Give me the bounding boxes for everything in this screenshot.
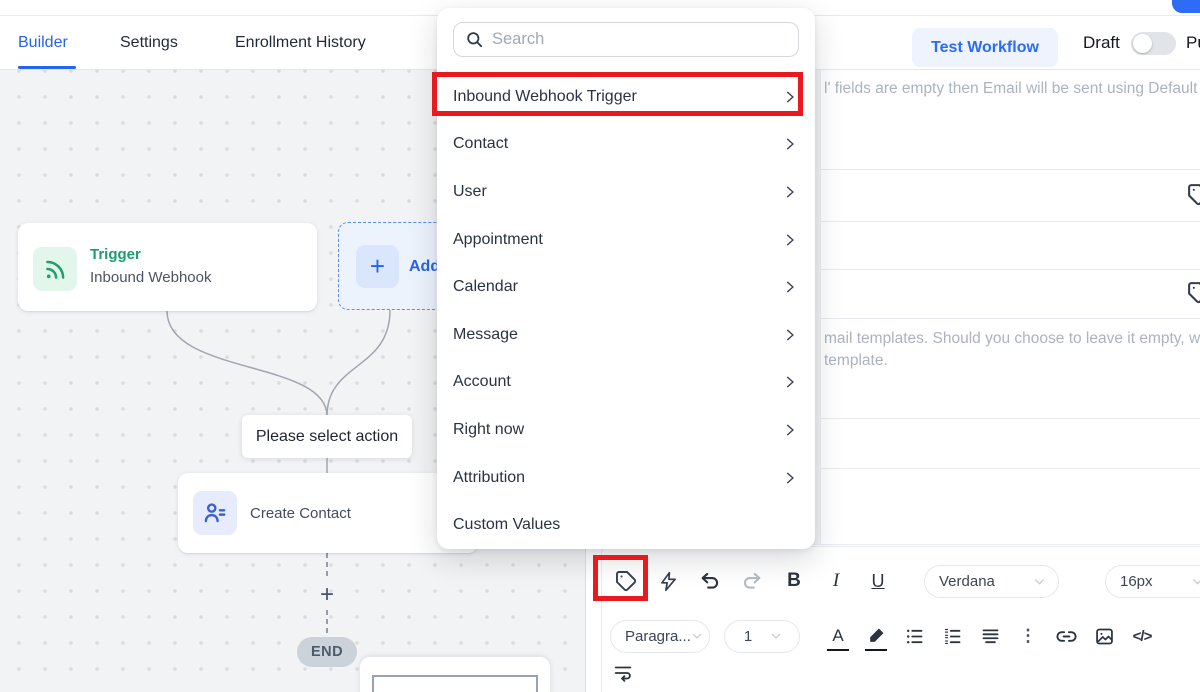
- chevron-right-icon: [783, 233, 797, 247]
- align-button[interactable]: [978, 624, 1002, 648]
- menu-item-appointment[interactable]: Appointment: [437, 216, 815, 264]
- menu-item-calendar[interactable]: Calendar: [437, 263, 815, 311]
- publish-label: Publish: [1186, 16, 1200, 70]
- italic-button[interactable]: I: [824, 569, 848, 593]
- add-trigger-label: Add: [409, 223, 440, 311]
- chevron-right-icon: [783, 185, 797, 199]
- menu-item-user[interactable]: User: [437, 168, 815, 216]
- menu-item-custom-values[interactable]: Custom Values: [437, 501, 815, 549]
- toggle-knob: [1133, 34, 1152, 53]
- font-size-value: 16px: [1120, 573, 1153, 590]
- tab-settings[interactable]: Settings: [120, 16, 178, 70]
- actions-dropdown-panel: Inbound Webhook Trigger Contact User App…: [437, 8, 815, 549]
- add-step-plus-icon[interactable]: +: [316, 583, 338, 607]
- minimap-card[interactable]: [360, 657, 550, 692]
- bullet-list-button[interactable]: [902, 624, 926, 648]
- redo-button[interactable]: [740, 569, 764, 593]
- underline-button[interactable]: U: [866, 569, 890, 593]
- helper-text-templates-line2: template.: [824, 352, 1200, 370]
- chevron-down-icon: [691, 630, 703, 642]
- dropdown-search-box[interactable]: [453, 22, 799, 57]
- menu-item-right-now[interactable]: Right now: [437, 406, 815, 454]
- chevron-down-icon: [1191, 575, 1200, 588]
- dropdown-menu-list: Inbound Webhook Trigger Contact User App…: [437, 73, 815, 549]
- field-separator: [821, 318, 1200, 319]
- tab-enrollment-history[interactable]: Enrollment History: [235, 16, 366, 70]
- editor-toolbar: B I U Verdana 16px Paragra... 1: [601, 546, 1200, 692]
- cropped-blue-button[interactable]: [1172, 0, 1200, 13]
- text-wrap-button[interactable]: [611, 661, 635, 685]
- chevron-right-icon: [783, 471, 797, 485]
- merge-tag-icon[interactable]: [1186, 182, 1200, 208]
- plus-icon: +: [356, 245, 399, 288]
- trigger-node-subtitle: Inbound Webhook: [90, 269, 212, 286]
- chevron-right-icon: [783, 137, 797, 151]
- active-tab-underline: [18, 66, 76, 69]
- workflow-builder-screen: Trigger Inbound Webhook + Add Please sel…: [0, 0, 1200, 692]
- numbered-list-button[interactable]: [940, 624, 964, 648]
- image-button[interactable]: [1092, 624, 1116, 648]
- font-family-select[interactable]: Verdana: [924, 565, 1059, 598]
- menu-item-account[interactable]: Account: [437, 359, 815, 407]
- publish-toggle[interactable]: [1131, 32, 1176, 55]
- email-body-area[interactable]: [821, 468, 1200, 548]
- chevron-right-icon: [783, 328, 797, 342]
- helper-text-templates-line1: mail templates. Should you choose to lea…: [824, 330, 1200, 348]
- code-view-icon[interactable]: </>: [1130, 624, 1154, 648]
- minimap-viewport: [372, 675, 538, 692]
- paragraph-style-value: Paragra...: [625, 628, 691, 645]
- merge-tag-icon[interactable]: [1186, 280, 1200, 306]
- tag-merge-field-button[interactable]: [614, 569, 638, 593]
- menu-item-inbound-webhook-trigger[interactable]: Inbound Webhook Trigger: [437, 73, 815, 121]
- create-contact-icon: [193, 491, 237, 535]
- more-options-icon[interactable]: ⋮: [1016, 624, 1040, 648]
- undo-button[interactable]: [698, 569, 722, 593]
- highlight-color-button[interactable]: [864, 624, 888, 648]
- editor-region: B I U Verdana 16px Paragra... 1: [585, 544, 1200, 692]
- link-button[interactable]: [1054, 624, 1078, 648]
- menu-item-message[interactable]: Message: [437, 311, 815, 359]
- text-color-button[interactable]: A: [826, 624, 850, 648]
- menu-item-contact[interactable]: Contact: [437, 121, 815, 169]
- rss-webhook-icon: [33, 247, 77, 291]
- chevron-right-icon: [783, 423, 797, 437]
- tab-builder[interactable]: Builder: [18, 16, 68, 70]
- list-depth-value: 1: [744, 628, 752, 645]
- select-action-label: Please select action: [242, 415, 412, 458]
- form-field-row[interactable]: [821, 418, 1200, 468]
- chevron-right-icon: [783, 90, 797, 104]
- trigger-node-card[interactable]: Trigger Inbound Webhook: [18, 223, 317, 311]
- search-input[interactable]: [492, 30, 798, 49]
- list-depth-select[interactable]: 1: [724, 620, 800, 653]
- trigger-node-title: Trigger: [90, 246, 141, 263]
- bold-button[interactable]: B: [782, 569, 806, 593]
- paragraph-style-select[interactable]: Paragra...: [610, 620, 710, 653]
- action-config-panel: l' fields are empty then Email will be s…: [820, 70, 1200, 548]
- form-field-row[interactable]: [821, 269, 1200, 318]
- chevron-down-icon: [770, 630, 782, 642]
- form-field-row[interactable]: [821, 221, 1200, 269]
- draft-label: Draft: [1083, 16, 1120, 70]
- chevron-down-icon: [1033, 575, 1046, 588]
- create-contact-node-card[interactable]: Create Contact: [178, 473, 478, 553]
- font-size-select[interactable]: 16px: [1105, 565, 1200, 598]
- test-workflow-button[interactable]: Test Workflow: [912, 28, 1058, 67]
- create-contact-label: Create Contact: [250, 473, 351, 553]
- menu-item-attribution[interactable]: Attribution: [437, 454, 815, 502]
- end-badge: END: [297, 637, 357, 667]
- helper-text-default-email: l' fields are empty then Email will be s…: [824, 80, 1200, 98]
- trigger-link-bolt-button[interactable]: [656, 569, 680, 593]
- form-field-row[interactable]: [821, 169, 1200, 221]
- chevron-right-icon: [783, 375, 797, 389]
- chevron-right-icon: [783, 280, 797, 294]
- font-family-value: Verdana: [939, 573, 995, 590]
- search-icon: [465, 30, 484, 49]
